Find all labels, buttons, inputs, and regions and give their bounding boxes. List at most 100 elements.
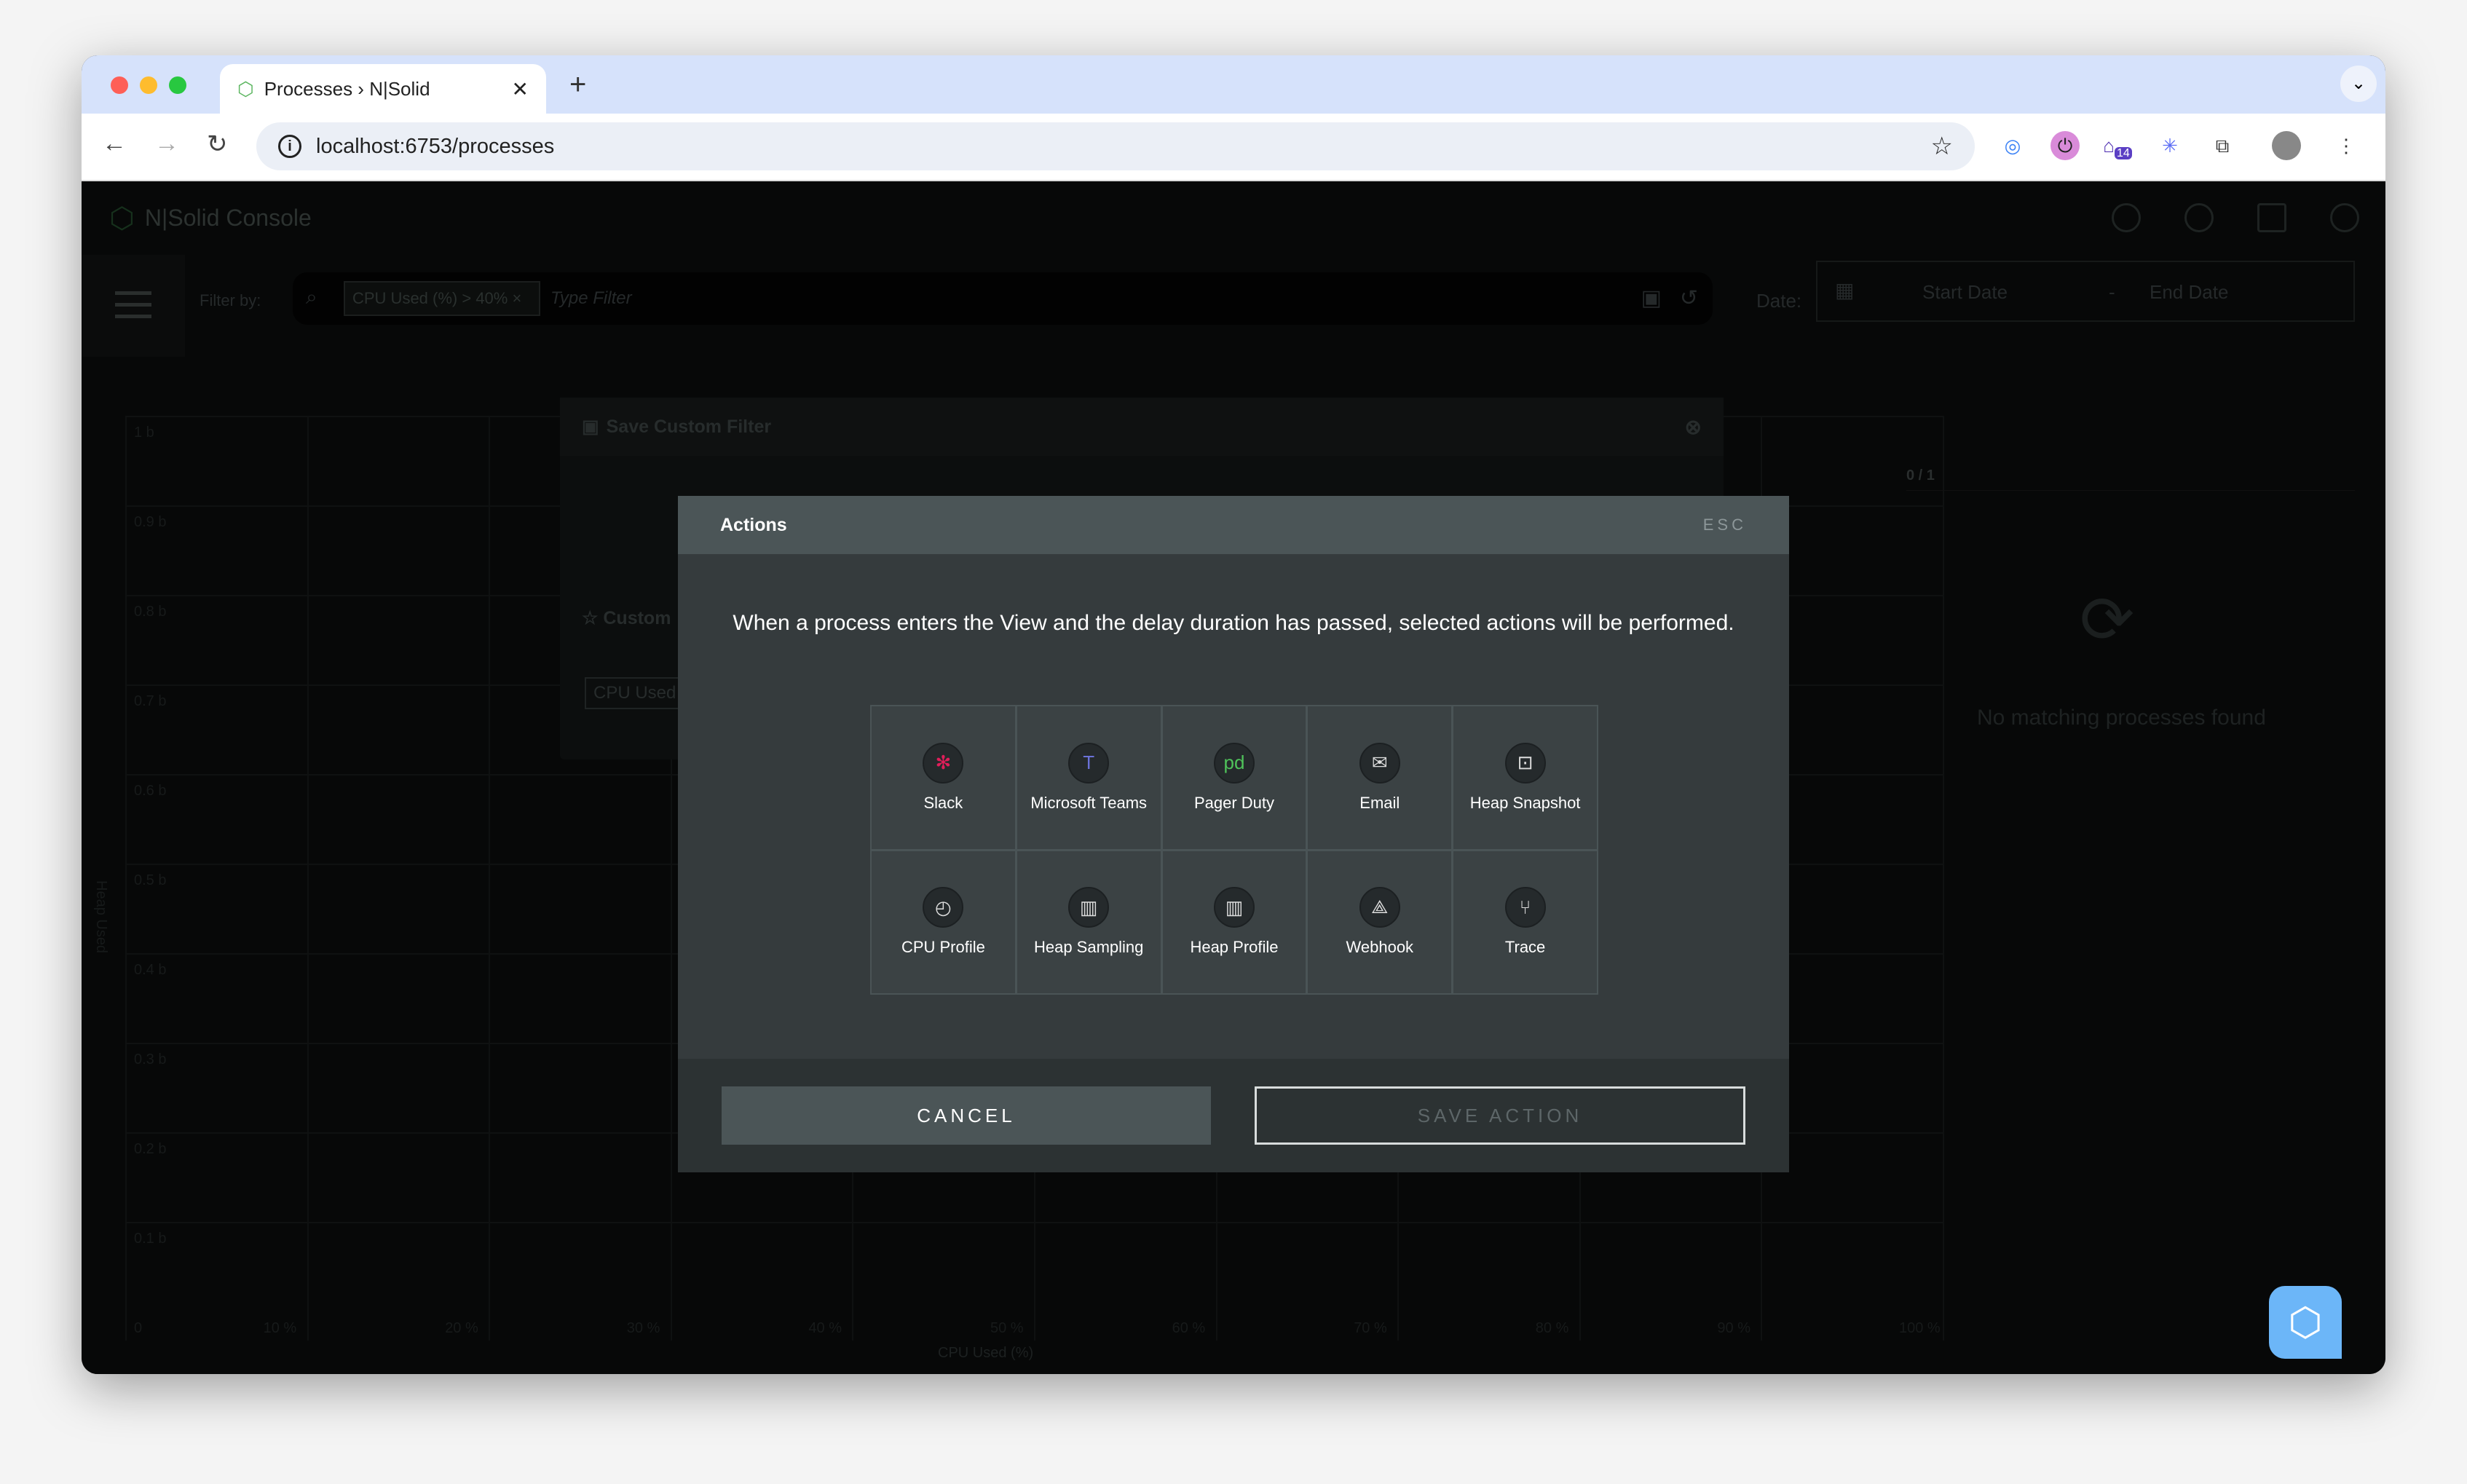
back-icon[interactable]: ← [102, 130, 127, 158]
logout-power-icon[interactable] [2330, 203, 2359, 232]
x-axis-label[interactable]: CPU Used (%) [938, 1345, 1033, 1362]
x-tick-label: 0 [134, 1320, 143, 1336]
y-tick-label: 0.3 b [134, 1051, 167, 1067]
grid-line-vertical [307, 416, 309, 1341]
custom-label: Custom [603, 608, 671, 628]
minimize-window-button[interactable] [140, 76, 157, 94]
panel-divider [1906, 490, 2355, 491]
x-tick-label: 40 % [808, 1320, 842, 1336]
save-filter-title: Save Custom Filter [606, 416, 772, 437]
actions-grid: ✻ Slack T Microsoft Teams pd Pager Duty ✉ Email… [870, 705, 1598, 995]
action-label: Heap Sampling [1033, 938, 1144, 957]
tab-search-chevron-icon[interactable]: ⌄ [2340, 66, 2377, 102]
filter-input[interactable]: ⌕ CPU Used (%) > 40% × Type Filter ▣ ↺ [293, 272, 1713, 325]
close-panel-icon[interactable]: ⊗ [1685, 415, 1702, 439]
zoom-window-button[interactable] [169, 76, 186, 94]
app-header: ⬡ N|Solid Console [82, 181, 2385, 255]
action-label: Email [1359, 793, 1400, 812]
grid-line-vertical [125, 416, 127, 1341]
nsolid-assistant-icon: ⬡ [2288, 1301, 2323, 1344]
tab-bar: ⬡ Processes › N|Solid ✕ + ⌄ [82, 55, 2385, 114]
reload-icon[interactable]: ↻ [207, 130, 228, 159]
close-window-button[interactable] [111, 76, 128, 94]
nsolid-favicon-icon: ⬡ [237, 77, 254, 100]
action-trace[interactable]: ⑂ Trace [1453, 850, 1597, 993]
history-icon[interactable]: ↺ [1680, 285, 1698, 311]
filter-bar: Filter by: ⌕ CPU Used (%) > 40% × Type F… [82, 255, 2385, 357]
action-slack[interactable]: ✻ Slack [872, 706, 1015, 849]
save-action-button[interactable]: SAVE ACTION [1255, 1086, 1745, 1145]
action-pager-duty[interactable]: pd Pager Duty [1162, 706, 1306, 849]
action-label: Slack [923, 793, 963, 812]
esc-close-button[interactable]: ESC [1703, 516, 1747, 534]
app-title: N|Solid Console [144, 205, 312, 231]
process-count: 0 / 1 [1906, 467, 1935, 484]
action-webhook[interactable]: ⟁ Webhook [1308, 850, 1452, 993]
settings-gear-icon[interactable] [2184, 203, 2214, 232]
heap-sampling-icon: ▥ [1068, 887, 1110, 928]
date-range-picker[interactable]: ▦ Start Date - End Date [1816, 261, 2355, 322]
cancel-button[interactable]: CANCEL [722, 1086, 1211, 1145]
tab-title: Processes › N|Solid [264, 77, 430, 100]
slack-icon: ✻ [923, 742, 964, 784]
action-label: Pager Duty [1193, 793, 1275, 812]
close-tab-icon[interactable]: ✕ [512, 77, 529, 101]
action-heap-sampling[interactable]: ▥ Heap Sampling [1017, 850, 1161, 993]
tab-processes[interactable]: ⬡ Processes › N|Solid ✕ [220, 64, 546, 114]
y-tick-label: 1 b [134, 425, 154, 441]
forward-icon[interactable]: → [154, 130, 179, 158]
save-filter-icon[interactable]: ▣ [1641, 285, 1662, 311]
action-label: CPU Profile [901, 938, 985, 957]
modal-footer: CANCEL SAVE ACTION [678, 1059, 1789, 1172]
menu-hamburger-icon[interactable] [82, 255, 185, 357]
new-tab-button[interactable]: + [569, 68, 586, 101]
address-bar[interactable]: i localhost:6753/processes ☆ [256, 122, 1975, 170]
filter-chip[interactable]: CPU Used (%) > 40% × [344, 281, 540, 316]
y-tick-label: 0.5 b [134, 872, 167, 888]
grid-line-horizontal [125, 1222, 1943, 1223]
start-date-input[interactable]: Start Date [1922, 281, 2008, 304]
bookmark-star-icon[interactable]: ☆ [1931, 132, 1953, 161]
browser-menu-icon[interactable]: ⋮ [2332, 131, 2361, 160]
action-heap-snapshot[interactable]: ⊡ Heap Snapshot [1453, 706, 1597, 849]
y-axis-label[interactable]: Heap Used [92, 880, 109, 953]
x-tick-label: 100 % [1899, 1320, 1941, 1336]
help-chat-button[interactable]: ⬡ [2269, 1286, 2342, 1359]
x-tick-label: 60 % [1172, 1320, 1206, 1336]
action-heap-profile[interactable]: ▥ Heap Profile [1162, 850, 1306, 993]
cpu-profile-icon: ◴ [923, 887, 964, 928]
calendar-icon: ▦ [1835, 279, 1855, 301]
site-info-icon[interactable]: i [278, 135, 301, 158]
action-email[interactable]: ✉ Email [1308, 706, 1452, 849]
action-label: Heap Snapshot [1469, 793, 1581, 812]
pagerduty-icon: pd [1213, 742, 1255, 784]
browser-window: ⬡ Processes › N|Solid ✕ + ⌄ ← → ↻ i loca… [82, 55, 2385, 1374]
x-tick-label: 80 % [1535, 1320, 1569, 1336]
date-separator: - [2109, 281, 2115, 303]
action-label: Webhook [1346, 938, 1414, 957]
filter-label: Filter by: [200, 291, 261, 309]
email-icon: ✉ [1359, 742, 1400, 784]
x-tick-label: 10 % [263, 1320, 297, 1336]
sort-icon[interactable] [2257, 203, 2286, 232]
extension-icon[interactable]: ◎ [1998, 131, 2027, 160]
extension-badge-icon[interactable]: ⌂ 14 [2103, 131, 2132, 160]
action-label: Heap Profile [1190, 938, 1279, 957]
modal-title: Actions [720, 514, 787, 535]
action-microsoft-teams[interactable]: T Microsoft Teams [1017, 706, 1161, 849]
profile-avatar[interactable] [2272, 131, 2301, 160]
webhook-icon: ⟁ [1359, 887, 1400, 928]
remove-chip-icon[interactable]: × [512, 289, 521, 307]
filter-placeholder: Type Filter [550, 288, 632, 308]
extension-snowflake-icon[interactable]: ✳ [2155, 131, 2184, 160]
end-date-input[interactable]: End Date [2150, 281, 2228, 304]
help-icon[interactable] [2112, 203, 2141, 232]
action-cpu-profile[interactable]: ◴ CPU Profile [872, 850, 1015, 993]
refresh-cycle-icon: ⟳ [2080, 584, 2135, 657]
extensions-puzzle-icon[interactable]: ⧉ [2208, 131, 2237, 160]
action-label: Trace [1504, 938, 1546, 957]
grid-line-vertical [489, 416, 491, 1341]
x-tick-label: 90 % [1717, 1320, 1750, 1336]
star-icon: ☆ [582, 608, 599, 628]
extension-power-icon[interactable]: ⏻ [2050, 131, 2080, 160]
